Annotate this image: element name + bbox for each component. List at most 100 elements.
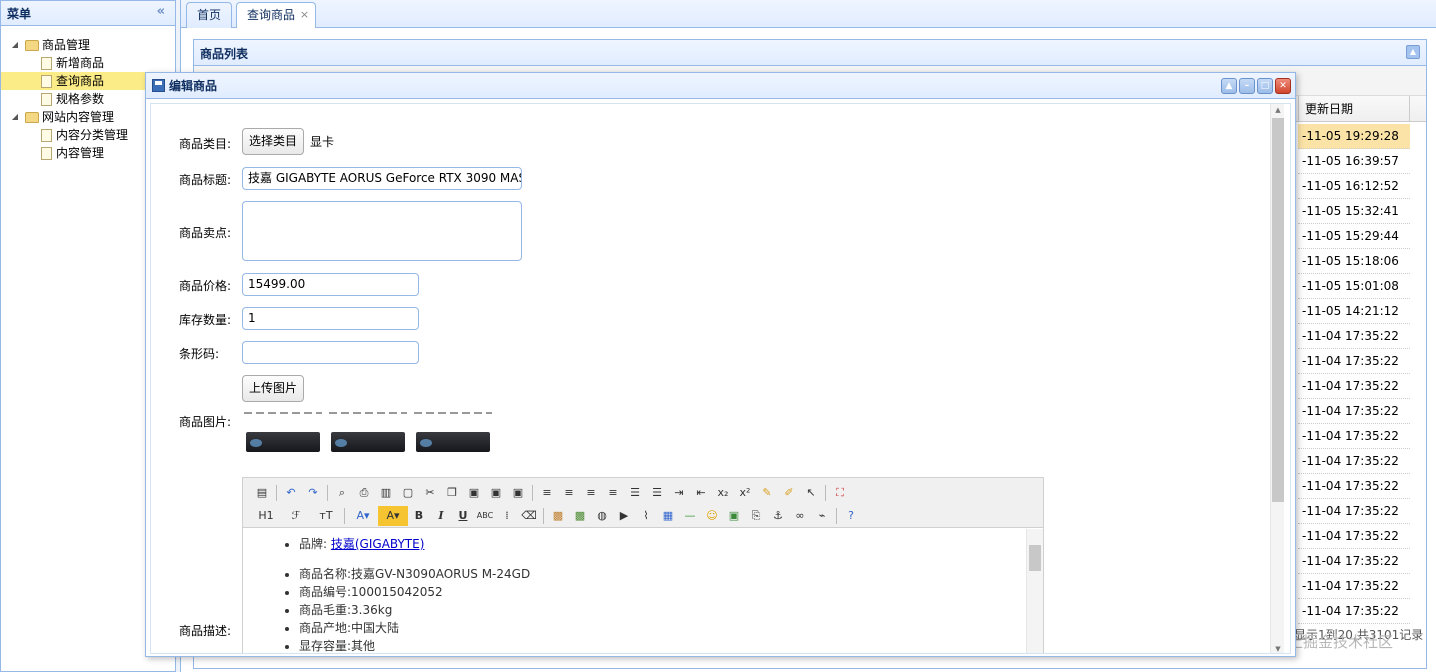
- attachment-icon[interactable]: ⌇: [635, 506, 657, 526]
- table-row[interactable]: -11-04 17:35:22: [1298, 424, 1410, 449]
- multi-image-icon[interactable]: ▩: [569, 506, 591, 526]
- paste-text-icon[interactable]: ▣: [485, 483, 507, 503]
- font-family-dropdown[interactable]: ℱ: [281, 506, 311, 526]
- map-icon[interactable]: ▣: [723, 506, 745, 526]
- quick-format-icon[interactable]: ✐: [778, 483, 800, 503]
- line-height-icon[interactable]: ⁞: [496, 506, 518, 526]
- heading-dropdown[interactable]: H1: [251, 506, 281, 526]
- brand-link[interactable]: 技嘉(GIGABYTE): [331, 537, 425, 551]
- redo-icon[interactable]: ↷: [302, 483, 324, 503]
- help-icon[interactable]: ?: [840, 506, 862, 526]
- maximize-icon[interactable]: □: [1257, 78, 1273, 94]
- upload-image-button[interactable]: 上传图片: [242, 375, 305, 402]
- horizontal-rule-icon[interactable]: —: [679, 506, 701, 526]
- align-justify-icon[interactable]: ≡: [602, 483, 624, 503]
- code-icon[interactable]: ▢: [397, 483, 419, 503]
- table-row[interactable]: -11-04 17:35:22: [1298, 499, 1410, 524]
- clear-html-icon[interactable]: ✎: [756, 483, 778, 503]
- title-input[interactable]: 技嘉 GIGABYTE AORUS GeForce RTX 3090 MASTE…: [242, 167, 522, 190]
- minimize-icon[interactable]: –: [1239, 78, 1255, 94]
- indent-icon[interactable]: ⇥: [668, 483, 690, 503]
- dialog-scrollbar[interactable]: ▲ ▼: [1270, 104, 1285, 653]
- expand-triangle-icon[interactable]: ◢: [9, 36, 21, 54]
- scroll-up-icon[interactable]: ▲: [1271, 106, 1285, 114]
- image-icon[interactable]: ▩: [547, 506, 569, 526]
- link-icon[interactable]: ∞: [789, 506, 811, 526]
- tab-home[interactable]: 首页: [186, 2, 233, 28]
- superscript-icon[interactable]: x²: [734, 483, 756, 503]
- dialog-scroll-thumb[interactable]: [1272, 118, 1284, 502]
- scroll-down-icon[interactable]: ▼: [1271, 645, 1285, 653]
- paste-icon[interactable]: ▣: [463, 483, 485, 503]
- table-row[interactable]: -11-04 17:35:22: [1298, 374, 1410, 399]
- undo-icon[interactable]: ↶: [280, 483, 302, 503]
- close-icon[interactable]: ✕: [1275, 78, 1291, 94]
- copy-icon[interactable]: ❐: [441, 483, 463, 503]
- table-icon[interactable]: ▦: [657, 506, 679, 526]
- remove-format-icon[interactable]: ⌫: [518, 506, 540, 526]
- table-row[interactable]: -11-04 17:35:22: [1298, 599, 1410, 624]
- align-right-icon[interactable]: ≡: [580, 483, 602, 503]
- table-row[interactable]: -11-04 17:35:22: [1298, 574, 1410, 599]
- flash-icon[interactable]: ◍: [591, 506, 613, 526]
- tab-query-product[interactable]: 查询商品 ×: [236, 2, 317, 28]
- product-thumbnail[interactable]: [414, 410, 492, 456]
- source-code-icon[interactable]: ▤: [251, 483, 273, 503]
- font-size-dropdown[interactable]: тT: [311, 506, 341, 526]
- unlink-icon[interactable]: ⌁: [811, 506, 833, 526]
- editor-scrollbar[interactable]: [1026, 529, 1043, 653]
- tree-node-add-product[interactable]: 新增商品: [1, 54, 175, 72]
- outdent-icon[interactable]: ⇤: [690, 483, 712, 503]
- media-icon[interactable]: ▶: [613, 506, 635, 526]
- highlight-color-icon[interactable]: A▾: [378, 505, 408, 526]
- table-row[interactable]: -11-05 14:21:12: [1298, 299, 1410, 324]
- anchor-icon[interactable]: ⚓: [767, 506, 789, 526]
- table-row[interactable]: -11-04 17:35:22: [1298, 349, 1410, 374]
- price-input[interactable]: 15499.00: [242, 273, 419, 296]
- editor-scroll-thumb[interactable]: [1029, 545, 1041, 571]
- font-color-icon[interactable]: A▾: [348, 506, 378, 526]
- stock-input[interactable]: 1: [242, 307, 419, 330]
- table-row[interactable]: -11-05 19:29:28: [1298, 124, 1410, 149]
- underline-icon[interactable]: U: [452, 506, 474, 526]
- cut-icon[interactable]: ✂: [419, 483, 441, 503]
- table-row[interactable]: -11-05 15:32:41: [1298, 199, 1410, 224]
- table-row[interactable]: -11-04 17:35:22: [1298, 399, 1410, 424]
- print-icon[interactable]: ⎙: [353, 483, 375, 503]
- select-all-icon[interactable]: ↖: [800, 483, 822, 503]
- column-header-updated[interactable]: 更新日期: [1298, 96, 1410, 122]
- paste-word-icon[interactable]: ▣: [507, 483, 529, 503]
- table-row[interactable]: -11-04 17:35:22: [1298, 524, 1410, 549]
- table-row[interactable]: -11-04 17:35:22: [1298, 474, 1410, 499]
- table-row[interactable]: -11-05 16:12:52: [1298, 174, 1410, 199]
- template-icon[interactable]: ▥: [375, 483, 397, 503]
- emoticon-icon[interactable]: ☺: [701, 506, 723, 526]
- strikethrough-icon[interactable]: ABC: [474, 506, 496, 526]
- tree-node-product-mgmt[interactable]: ◢ 商品管理: [1, 36, 175, 54]
- subscript-icon[interactable]: x₂: [712, 483, 734, 503]
- product-thumbnail[interactable]: [329, 410, 407, 456]
- unordered-list-icon[interactable]: ☰: [646, 483, 668, 503]
- barcode-input[interactable]: [242, 341, 419, 364]
- collapse-up-icon[interactable]: ▲: [1406, 45, 1420, 59]
- dialog-titlebar[interactable]: 编辑商品 ▲ – □ ✕: [146, 73, 1295, 99]
- select-category-button[interactable]: 选择类目: [242, 128, 305, 155]
- expand-triangle-icon[interactable]: ◢: [9, 108, 21, 126]
- page-break-icon[interactable]: ⎘: [745, 506, 767, 526]
- align-left-icon[interactable]: ≡: [536, 483, 558, 503]
- table-row[interactable]: -11-04 17:35:22: [1298, 549, 1410, 574]
- double-chevron-left-icon[interactable]: «: [157, 4, 165, 19]
- align-center-icon[interactable]: ≡: [558, 483, 580, 503]
- bold-icon[interactable]: B: [408, 506, 430, 526]
- sellpoint-textarea[interactable]: [242, 201, 522, 261]
- collapse-icon[interactable]: ▲: [1221, 78, 1237, 94]
- preview-icon[interactable]: ⌕: [331, 483, 353, 503]
- table-row[interactable]: -11-05 16:39:57: [1298, 149, 1410, 174]
- editor-content[interactable]: 品牌: 技嘉(GIGABYTE) 商品名称:技嘉GV-N3090AORUS M-…: [243, 529, 1026, 653]
- table-row[interactable]: -11-05 15:29:44: [1298, 224, 1410, 249]
- table-row[interactable]: -11-05 15:18:06: [1298, 249, 1410, 274]
- fullscreen-icon[interactable]: ⛶: [829, 483, 851, 503]
- product-thumbnail[interactable]: [244, 410, 322, 456]
- ordered-list-icon[interactable]: ☰: [624, 483, 646, 503]
- table-row[interactable]: -11-04 17:35:22: [1298, 449, 1410, 474]
